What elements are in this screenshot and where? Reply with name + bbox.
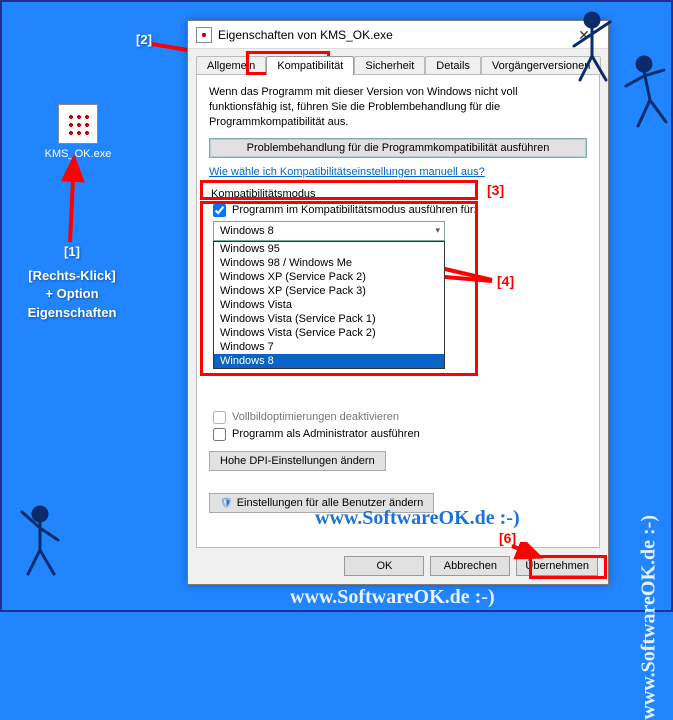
cancel-button[interactable]: Abbrechen — [430, 556, 510, 576]
opt-win7[interactable]: Windows 7 — [214, 340, 444, 354]
tab-details[interactable]: Details — [425, 56, 481, 75]
opt-win98[interactable]: Windows 98 / Windows Me — [214, 256, 444, 270]
help-link[interactable]: Wie wähle ich Kompatibilitätseinstellung… — [209, 166, 485, 178]
opt-vista-sp1[interactable]: Windows Vista (Service Pack 1) — [214, 312, 444, 326]
settings-section: Vollbildoptimierungen deaktivieren Progr… — [209, 411, 587, 513]
desktop-icon-label: KMS_OK.exe — [42, 148, 114, 160]
watermark-right: www.SoftwareOK.de :-) — [638, 515, 661, 720]
fullscreen-label: Vollbildoptimierungen deaktivieren — [232, 411, 399, 423]
compat-checkbox-row[interactable]: Programm im Kompatibilitätsmodus ausführ… — [213, 204, 587, 217]
compat-dropdown[interactable]: Windows 95 Windows 98 / Windows Me Windo… — [213, 241, 445, 369]
desktop-icon-kms[interactable]: KMS_OK.exe — [42, 104, 114, 160]
tab-allgemein[interactable]: Allgemein — [196, 56, 266, 75]
opt-xp-sp3[interactable]: Windows XP (Service Pack 3) — [214, 284, 444, 298]
file-icon — [58, 104, 98, 144]
stick-figure-3 — [616, 52, 673, 132]
tab-bar: Allgemein Kompatibilität Sicherheit Deta… — [188, 49, 608, 74]
dpi-button[interactable]: Hohe DPI-Einstellungen ändern — [209, 451, 386, 471]
app-icon — [196, 27, 212, 43]
opt-vista-sp2[interactable]: Windows Vista (Service Pack 2) — [214, 326, 444, 340]
stick-figure-2 — [562, 8, 622, 88]
admin-opt-row[interactable]: Programm als Administrator ausführen — [213, 428, 587, 441]
annotation-2: [2] — [129, 31, 159, 49]
stick-figure-1 — [10, 502, 70, 582]
properties-dialog: Eigenschaften von KMS_OK.exe ✕ Allgemein… — [187, 20, 609, 585]
compat-legend: Kompatibilitätsmodus — [209, 188, 587, 200]
arrow-1 — [52, 152, 92, 247]
opt-win8[interactable]: Windows 8 — [214, 354, 444, 368]
compat-select[interactable]: Windows 8 ▾ — [213, 221, 445, 241]
dialog-buttons: OK Abbrechen Übernehmen — [188, 548, 608, 584]
fullscreen-checkbox[interactable] — [213, 411, 226, 424]
opt-win95[interactable]: Windows 95 — [214, 242, 444, 256]
compat-checkbox[interactable] — [213, 204, 226, 217]
tab-kompatibilitaet[interactable]: Kompatibilität — [266, 56, 354, 75]
annotation-1: [1] [Rechts-Klick] + Option Eigenschafte… — [12, 243, 132, 322]
tab-content: Wenn das Programm mit dieser Version von… — [196, 74, 600, 548]
compat-mode-group: Kompatibilitätsmodus Programm im Kompati… — [209, 188, 587, 241]
admin-checkbox[interactable] — [213, 428, 226, 441]
troubleshoot-button[interactable]: Problembehandlung für die Programmkompat… — [209, 138, 587, 158]
tab-sicherheit[interactable]: Sicherheit — [354, 56, 425, 75]
ok-button[interactable]: OK — [344, 556, 424, 576]
opt-vista[interactable]: Windows Vista — [214, 298, 444, 312]
watermark-bottom: www.SoftwareOK.de :-) — [290, 586, 495, 609]
compat-description: Wenn das Programm mit dieser Version von… — [209, 85, 587, 130]
window-title: Eigenschaften von KMS_OK.exe — [218, 28, 564, 42]
fullscreen-opt-row[interactable]: Vollbildoptimierungen deaktivieren — [213, 411, 587, 424]
apply-button[interactable]: Übernehmen — [516, 556, 598, 576]
compat-checkbox-label: Programm im Kompatibilitätsmodus ausführ… — [232, 204, 477, 216]
title-bar: Eigenschaften von KMS_OK.exe ✕ — [188, 21, 608, 49]
admin-label: Programm als Administrator ausführen — [232, 428, 420, 440]
chevron-down-icon: ▾ — [435, 225, 440, 236]
opt-xp-sp2[interactable]: Windows XP (Service Pack 2) — [214, 270, 444, 284]
all-users-button[interactable]: Einstellungen für alle Benutzer ändern — [209, 493, 434, 513]
compat-select-value: Windows 8 — [220, 225, 274, 237]
